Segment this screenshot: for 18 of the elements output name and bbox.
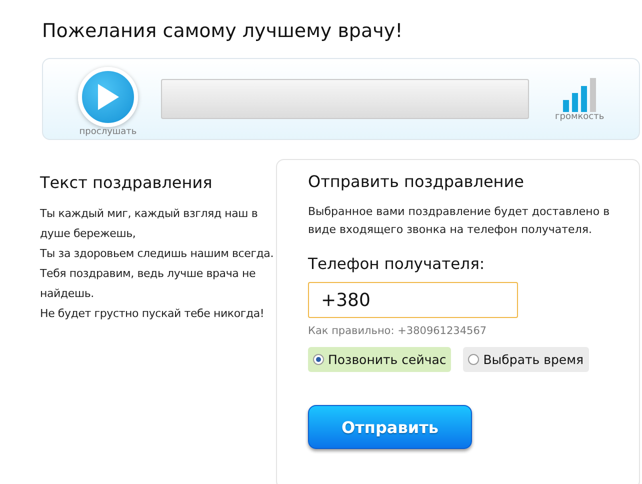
- send-heading: Отправить поздравление: [308, 172, 525, 191]
- volume-control[interactable]: [563, 76, 596, 112]
- play-label: прослушать: [79, 127, 137, 137]
- call-option[interactable]: Выбрать время: [463, 347, 589, 372]
- volume-label: громкость: [555, 112, 604, 122]
- send-description: Выбранное вами поздравление будет доставлено в виде входящего звонка на телефон получателя.: [308, 204, 611, 238]
- phone-input[interactable]: +380: [308, 282, 518, 318]
- play-button[interactable]: [78, 67, 138, 127]
- poem-verse: Ты каждый миг, каждый взгляд наш в душе бережешь,: [40, 206, 259, 242]
- page-title: Пожелания самому лучшему врачу!: [42, 20, 404, 42]
- phone-hint: Как правильно: +380961234567: [308, 325, 488, 337]
- play-icon: [96, 83, 120, 111]
- poem-verse: Не будет грустно пускай тебе никогда!: [40, 306, 266, 322]
- call-option[interactable]: Позвонить сейчас: [308, 347, 452, 372]
- phone-label: Телефон получателя:: [308, 255, 486, 273]
- poem-verse: Ты за здоровьем следишь нашим всегда.: [40, 246, 275, 262]
- greeting-heading: Текст поздравления: [40, 173, 214, 192]
- poem-verse: Тебя поздравим, ведь лучше врача не найдешь.: [40, 266, 257, 302]
